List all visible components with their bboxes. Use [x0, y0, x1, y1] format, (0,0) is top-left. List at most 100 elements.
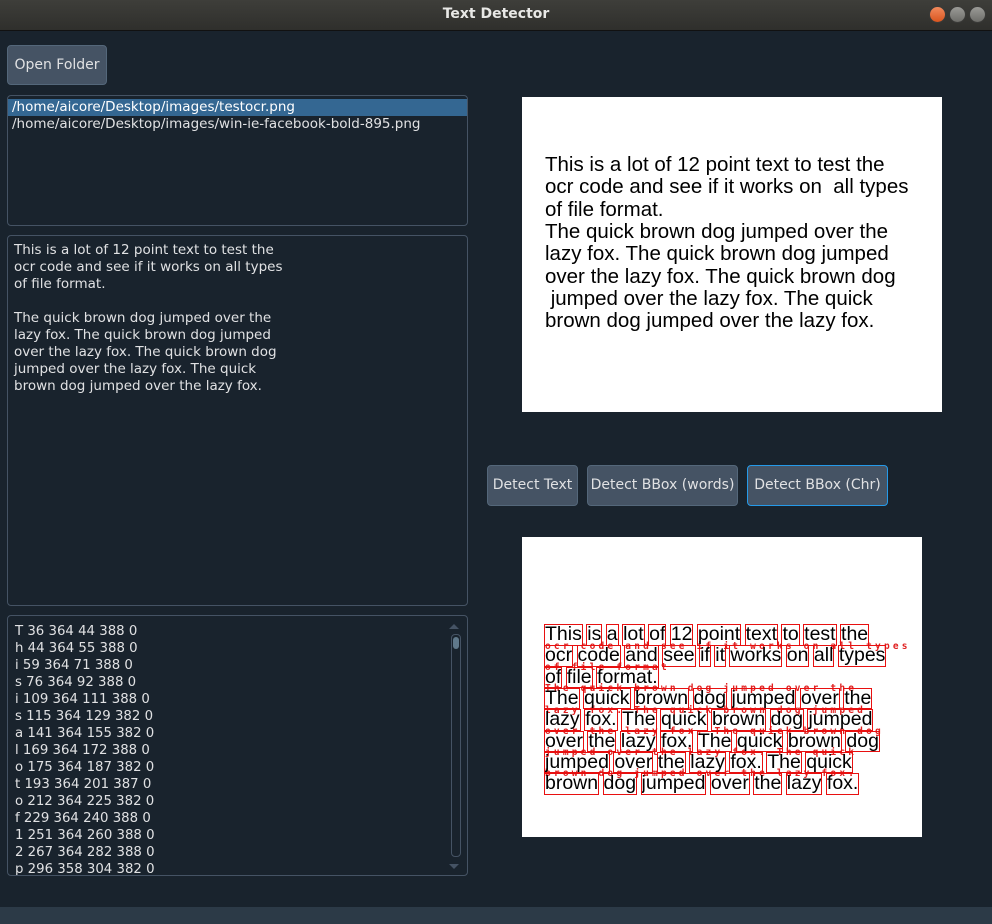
bbox-word: 12 [669, 623, 694, 646]
preview-text-line: brown dog jumped over the lazy fox. [545, 309, 875, 333]
bbox-coordinate-line: h 44 364 55 388 0 [15, 641, 138, 656]
bbox-word: over [799, 686, 840, 710]
bbox-word: fox. [659, 729, 694, 752]
bbox-result-line: ocr code and see if it works on all type… [543, 644, 887, 667]
ocr-text-line: ocr code and see if it works on all type… [14, 259, 283, 275]
bbox-word: is [586, 623, 603, 646]
bbox-coordinates-output[interactable]: T 36 364 44 388 0 h 44 364 55 388 0 i 59 3… [7, 615, 468, 876]
bbox-word: dog [602, 772, 638, 795]
ocr-text-line: The quick brown dog jumped over the [14, 310, 272, 326]
ocr-text-line: over the lazy fox. The quick brown dog [14, 344, 277, 360]
bbox-result-line: of file format. [543, 665, 659, 689]
bbox-word: fox. [729, 750, 763, 774]
main-content: Open Folder /home/aicore/Desktop/images/… [0, 31, 992, 907]
bbox-word: This [544, 623, 583, 646]
detect-text-button[interactable]: Detect Text [487, 465, 578, 506]
bbox-word: the [587, 729, 617, 752]
bbox-word: dog [845, 729, 880, 752]
bbox-word: jumped [544, 750, 610, 774]
bbox-coordinate-line: o 175 364 187 382 0 [15, 760, 155, 775]
scroll-up-arrow-icon[interactable] [449, 624, 459, 629]
bbox-coordinate-line: T 36 364 44 388 0 [15, 624, 138, 639]
bbox-word: it [714, 644, 726, 667]
bbox-word: lot [622, 623, 645, 646]
bbox-word: the [840, 623, 870, 646]
preview-text-line: ocr code and see if it works on all type… [545, 175, 909, 199]
bbox-word: file [565, 665, 593, 689]
scroll-down-arrow-icon[interactable] [449, 864, 459, 869]
bbox-coordinate-line: s 76 364 92 388 0 [15, 675, 137, 690]
bbox-word: jumped [807, 708, 874, 731]
status-bar [0, 907, 992, 924]
bbox-word: The [696, 729, 733, 752]
bbox-coordinate-line: l 169 364 172 388 0 [15, 743, 150, 758]
file-list-items: /home/aicore/Desktop/images/testocr.png /… [8, 99, 467, 133]
bbox-word: over [709, 772, 750, 795]
ocr-text-content: This is a lot of 12 point text to test t… [8, 236, 467, 401]
bbox-word: The [766, 750, 802, 774]
bbox-word: lazy [689, 750, 726, 774]
preview-text-line: jumped over the lazy fox. The quick [545, 286, 873, 310]
preview-text-line: lazy fox. The quick brown dog jumped [545, 242, 889, 266]
bbox-coordinate-line: f 229 364 240 388 0 [15, 811, 151, 826]
scrollbar-handle[interactable] [453, 637, 459, 649]
bbox-word: test [803, 623, 837, 646]
bbox-result-line: over the lazy fox. The quick brown dog [544, 729, 880, 753]
ocr-text-output[interactable]: This is a lot of 12 point text to test t… [7, 235, 468, 606]
bbox-word: quick [660, 708, 708, 731]
open-folder-button[interactable]: Open Folder [7, 45, 107, 85]
bbox-result-line: brown dog jumped over the lazy fox. [543, 772, 860, 795]
bbox-word: the [843, 686, 873, 710]
bbox-word: fox. [584, 708, 618, 731]
bbox-word: of [648, 623, 667, 646]
close-window-icon[interactable] [929, 6, 946, 23]
vertical-scrollbar[interactable] [451, 634, 461, 857]
bbox-word: quick [735, 729, 784, 752]
bbox-word: format. [596, 665, 659, 689]
bbox-word: ocr [543, 644, 574, 667]
preview-text-line: This is a lot of 12 point text to test t… [545, 153, 885, 176]
bbox-word: The [544, 686, 580, 710]
file-list-item[interactable]: /home/aicore/Desktop/images/win-ie-faceb… [8, 116, 467, 133]
file-list-item[interactable]: /home/aicore/Desktop/images/testocr.png [8, 99, 467, 116]
bbox-coordinate-line: o 212 364 225 382 0 [15, 794, 155, 809]
bbox-word: jumped [640, 772, 707, 795]
bbox-word: brown [786, 729, 842, 752]
preview-text-line: of file format. [545, 197, 664, 221]
bbox-word: on [785, 644, 810, 667]
detect-bbox-words-button[interactable]: Detect BBox (words) [587, 465, 738, 506]
bbox-word: and [624, 644, 659, 667]
bbox-word: of [543, 665, 563, 689]
file-list[interactable]: /home/aicore/Desktop/images/testocr.png /… [7, 95, 468, 226]
ocr-text-line: of file format. [14, 276, 106, 292]
bbox-word: quick [583, 686, 631, 710]
bbox-word: lazy [544, 708, 581, 731]
bbox-word: if [699, 644, 711, 667]
bbox-coordinate-line: 1 251 364 260 388 0 [15, 828, 155, 843]
title-bar: Text Detector [0, 0, 992, 31]
bbox-coordinate-line: i 59 364 71 388 0 [15, 658, 133, 673]
bbox-word: jumped [730, 686, 797, 710]
bbox-coordinate-line: p 296 358 304 382 0 [15, 862, 155, 876]
bbox-word: all [812, 644, 835, 667]
maximize-window-icon[interactable] [969, 6, 986, 23]
window-title: Text Detector [442, 6, 550, 22]
detect-bbox-chr-button[interactable]: Detect BBox (Chr) [747, 465, 888, 506]
ocr-text-line: lazy fox. The quick brown dog jumped [14, 327, 271, 343]
ocr-text-line: jumped over the lazy fox. The quick [14, 361, 257, 377]
bbox-coordinate-line: s 115 364 129 382 0 [15, 709, 154, 724]
bbox-word: lazy [619, 729, 657, 752]
preview-text-line: over the lazy fox. The quick brown dog [545, 264, 896, 288]
bbox-word: works [729, 644, 783, 667]
bbox-word: the [656, 750, 686, 774]
bbox-word: dog [769, 708, 805, 731]
bbox-coordinate-line: a 141 364 155 382 0 [15, 726, 155, 741]
minimize-window-icon[interactable] [949, 6, 966, 23]
bbox-result-line: The quick brown dog jumped over the [544, 686, 873, 710]
bbox-word: The [620, 708, 657, 731]
bbox-result-line: This is a lot of 12 point text to test t… [544, 623, 870, 646]
bbox-result-line: jumped over the lazy fox. The quick [544, 750, 853, 774]
bbox-result-line: lazy fox. The quick brown dog jumped [544, 708, 874, 731]
bbox-word: over [544, 729, 584, 752]
ocr-text-line: This is a lot of 12 point text to test t… [14, 242, 274, 258]
